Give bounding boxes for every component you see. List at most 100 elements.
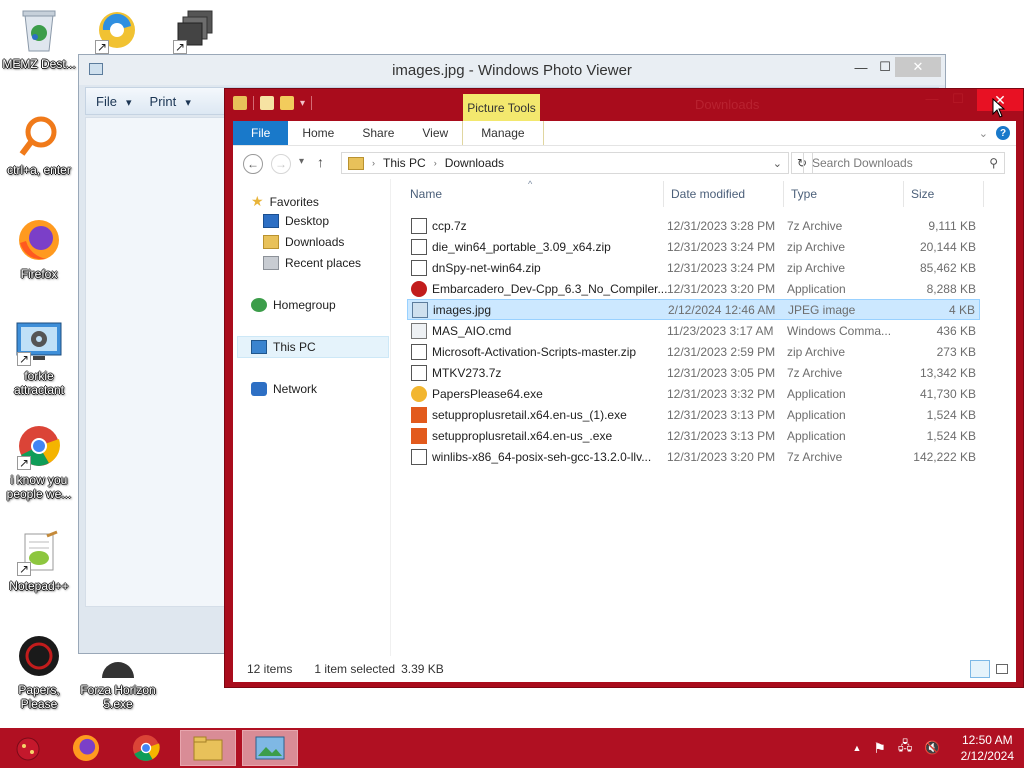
column-header-size[interactable]: Size xyxy=(911,187,934,201)
computer-icon xyxy=(251,340,267,354)
file-row[interactable]: dnSpy-net-win64.zip 12/31/2023 3:24 PM zip… xyxy=(407,257,980,278)
large-icons-view-button[interactable] xyxy=(992,660,1012,678)
system-tray: ▲ ⚑ 🖧 🔇 12:50 AM 2/12/2024 xyxy=(852,728,1014,768)
magnifier-icon xyxy=(15,112,63,160)
recycle-bin-icon xyxy=(15,6,63,54)
minimize-button[interactable]: — xyxy=(919,91,945,109)
new-folder-icon[interactable] xyxy=(280,96,294,110)
file-row[interactable]: die_win64_portable_3.09_x64.zip 12/31/202… xyxy=(407,236,980,257)
photo-viewer-titlebar[interactable]: images.jpg - Windows Photo Viewer — ☐ ✕ xyxy=(79,55,945,85)
nav-recent-places[interactable]: Recent places xyxy=(263,256,361,270)
file-size: 8,288 KB xyxy=(926,281,976,296)
file-type: Application xyxy=(787,281,846,296)
help-icon[interactable]: ? xyxy=(996,126,1010,140)
file-date: 12/31/2023 2:59 PM xyxy=(667,344,776,359)
desktop-icon-stack[interactable]: ↗ xyxy=(156,6,234,54)
file-type: 7z Archive xyxy=(787,218,843,233)
desktop-icon-notepadpp[interactable]: ↗ Notepad++ xyxy=(0,528,78,593)
tab-share[interactable]: Share xyxy=(348,121,408,145)
column-header-date[interactable]: Date modified xyxy=(671,187,745,201)
mouse-cursor-icon xyxy=(992,98,1006,118)
clock[interactable]: 12:50 AM 2/12/2024 xyxy=(961,732,1014,764)
taskbar-app-1[interactable] xyxy=(0,730,56,766)
papers-exe-icon xyxy=(411,385,427,402)
desktop-icon-label: forkie attractant xyxy=(13,369,65,397)
file-row[interactable]: PapersPlease64.exe 12/31/2023 3:32 PM Appl… xyxy=(407,383,980,404)
tab-file[interactable]: File xyxy=(233,121,289,145)
tab-home[interactable]: Home xyxy=(288,121,348,145)
file-menu[interactable]: File xyxy=(96,94,132,109)
breadcrumb-this-pc[interactable]: This PC xyxy=(383,156,426,170)
taskbar-photo-viewer[interactable] xyxy=(242,730,298,766)
back-button[interactable]: ← xyxy=(243,154,263,174)
desktop-icon-memz[interactable]: MEMZ Dest... xyxy=(0,6,78,71)
search-placeholder: Search Downloads xyxy=(812,156,913,170)
file-row[interactable]: MAS_AIO.cmd 11/23/2023 3:17 AM Windows Com… xyxy=(407,320,980,341)
nav-favorites[interactable]: ★ Favorites xyxy=(251,193,319,210)
file-row[interactable]: ccp.7z 12/31/2023 3:28 PM 7z Archive 9,111 … xyxy=(407,215,980,236)
column-divider[interactable] xyxy=(663,181,664,207)
action-center-flag-icon[interactable]: ⚑ xyxy=(873,740,886,757)
up-button[interactable]: ↑ xyxy=(317,154,324,170)
properties-icon[interactable] xyxy=(260,96,274,110)
desktop-icon-edge-shortcut[interactable]: ↗ xyxy=(78,6,156,54)
file-row[interactable]: setupproplusretail.x64.en-us_.exe 12/31/2… xyxy=(407,425,980,446)
nav-desktop[interactable]: Desktop xyxy=(263,214,329,228)
nav-network[interactable]: Network xyxy=(251,382,317,396)
taskbar-chrome[interactable] xyxy=(118,730,174,766)
desktop-icon-papers-please[interactable]: Papers, Please xyxy=(0,632,78,711)
nav-downloads[interactable]: Downloads xyxy=(263,235,344,249)
archive-icon xyxy=(411,343,427,360)
search-input[interactable]: Search Downloads ⚲ xyxy=(803,152,1005,174)
column-divider[interactable] xyxy=(983,181,984,207)
file-row[interactable]: MTKV273.7z 12/31/2023 3:05 PM 7z Archive 13… xyxy=(407,362,980,383)
photo-viewer-icon xyxy=(255,736,285,760)
chevron-down-icon[interactable]: ▾ xyxy=(300,98,305,109)
file-row[interactable]: Embarcadero_Dev-Cpp_6.3_No_Compiler... 12… xyxy=(407,278,980,299)
desktop-icon-forza[interactable]: Forza Horizon 5.exe xyxy=(78,648,158,711)
desktop-icon-label: Notepad++ xyxy=(9,579,69,593)
address-dropdown-icon[interactable]: ⌄ xyxy=(773,157,782,170)
forward-button[interactable]: → xyxy=(271,154,291,174)
details-view-button[interactable] xyxy=(970,660,990,678)
nav-label: This PC xyxy=(273,340,316,354)
column-header-name[interactable]: Name xyxy=(410,187,442,201)
taskbar-file-explorer[interactable] xyxy=(180,730,236,766)
file-size: 9,111 KB xyxy=(928,218,976,233)
file-date: 12/31/2023 3:13 PM xyxy=(667,428,776,443)
tab-manage[interactable]: Manage xyxy=(462,121,544,145)
network-tray-icon[interactable]: 🖧 xyxy=(898,737,913,759)
recent-places-icon xyxy=(263,256,279,270)
recent-locations-chevron-icon[interactable]: ▾ xyxy=(299,156,304,167)
column-header-type[interactable]: Type xyxy=(791,187,817,201)
show-hidden-icons-icon[interactable]: ▲ xyxy=(852,743,861,753)
address-bar[interactable]: › This PC › Downloads ⌄ xyxy=(341,152,789,174)
picture-tools-context-tab[interactable]: Picture Tools xyxy=(463,94,540,121)
explorer-window[interactable]: ▾ Picture Tools Downloads — ☐ ✕ File Hom… xyxy=(224,88,1024,688)
column-divider[interactable] xyxy=(903,181,904,207)
explorer-titlebar[interactable]: ▾ Picture Tools Downloads — ☐ ✕ xyxy=(225,89,1023,121)
quick-access-toolbar: ▾ xyxy=(233,96,313,110)
ribbon-expand-icon[interactable]: ⌄ xyxy=(979,127,988,140)
file-size: 4 KB xyxy=(948,302,975,317)
file-row[interactable]: images.jpg 2/12/2024 12:46 AM JPEG image 4 … xyxy=(407,299,980,320)
taskbar-firefox[interactable] xyxy=(58,730,114,766)
file-row[interactable]: winlibs-x86_64-posix-seh-gcc-13.2.0-llv.… xyxy=(407,446,980,467)
breadcrumb-downloads[interactable]: Downloads xyxy=(445,156,504,170)
file-row[interactable]: setupproplusretail.x64.en-us_(1).exe 12/3… xyxy=(407,404,980,425)
desktop-icon-ctrl-a[interactable]: ctrl+a, enter xyxy=(0,112,78,177)
desktop-icon-chrome-shortcut[interactable]: ↗ i know you people we... xyxy=(0,422,78,501)
desktop-icon-forkie[interactable]: ↗ forkie attractant xyxy=(0,318,78,397)
file-type: JPEG image xyxy=(788,302,856,317)
file-row[interactable]: Microsoft-Activation-Scripts-master.zip 1… xyxy=(407,341,980,362)
file-type: Application xyxy=(787,386,846,401)
close-button[interactable]: ✕ xyxy=(895,57,941,77)
tab-view[interactable]: View xyxy=(408,121,462,145)
nav-this-pc[interactable]: This PC xyxy=(251,340,316,354)
print-menu[interactable]: Print xyxy=(150,94,191,109)
maximize-button[interactable]: ☐ xyxy=(945,91,971,109)
nav-homegroup[interactable]: Homegroup xyxy=(251,298,336,312)
desktop-icon-firefox[interactable]: Firefox xyxy=(0,216,78,281)
column-divider[interactable] xyxy=(783,181,784,207)
volume-muted-icon[interactable]: 🔇 xyxy=(924,740,940,756)
